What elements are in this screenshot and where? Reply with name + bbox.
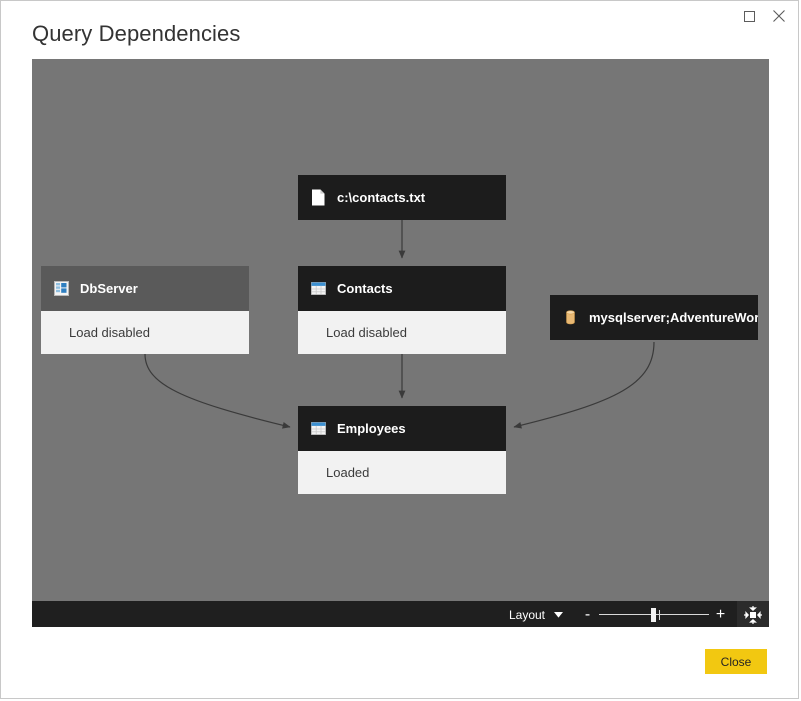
fit-to-screen-glyph [743,605,763,625]
zoom-in-button[interactable]: + [714,607,727,623]
node-title: mysqlserver;AdventureWor... [589,310,758,325]
graph-node-employees[interactable]: Employees Loaded [298,406,506,494]
close-icon[interactable] [764,3,794,29]
server-icon [53,280,70,297]
zoom-slider-thumb[interactable] [651,608,656,622]
table-icon [310,420,327,437]
node-title: DbServer [80,281,138,296]
fit-to-screen-icon[interactable] [737,601,769,628]
zoom-out-button[interactable]: - [581,607,594,623]
restore-glyph [744,11,755,22]
edge-mysqlserver-to-employees [514,342,654,427]
zoom-slider-track[interactable] [599,608,709,622]
title-bar: Query Dependencies [1,1,798,59]
node-header: DbServer [41,266,249,311]
graph-node-dbserver[interactable]: DbServer Load disabled [41,266,249,354]
node-header: Employees [298,406,506,451]
edge-dbserver-to-employees [145,354,290,427]
close-glyph [773,10,785,22]
query-dependencies-dialog: Query Dependencies [0,0,799,699]
database-icon [562,309,579,326]
layout-label: Layout [509,608,545,622]
node-status: Loaded [298,451,506,494]
zoom-slider-tick [659,610,660,620]
restore-icon[interactable] [734,3,764,29]
chevron-down-icon [554,612,563,618]
zoom-slider-control[interactable]: - + [581,607,727,623]
page-title: Query Dependencies [32,21,240,47]
node-title: Contacts [337,281,393,296]
graph-toolbar: Layout - + [32,601,769,628]
node-header: mysqlserver;AdventureWor... [550,295,758,340]
node-status: Load disabled [298,311,506,354]
node-header: c:\contacts.txt [298,175,506,220]
table-icon [310,280,327,297]
node-title: c:\contacts.txt [337,190,425,205]
dependency-graph-canvas[interactable]: c:\contacts.txt DbServer Load disabled [32,59,769,628]
graph-node-contacts[interactable]: Contacts Load disabled [298,266,506,354]
close-button[interactable]: Close [705,649,767,674]
graph-node-contacts-txt[interactable]: c:\contacts.txt [298,175,506,220]
layout-dropdown-button[interactable]: Layout [509,608,563,622]
node-status: Load disabled [41,311,249,354]
node-title: Employees [337,421,406,436]
graph-node-mysqlserver[interactable]: mysqlserver;AdventureWor... [550,295,758,340]
node-header: Contacts [298,266,506,311]
dialog-footer: Close [1,627,798,698]
file-icon [310,189,327,206]
